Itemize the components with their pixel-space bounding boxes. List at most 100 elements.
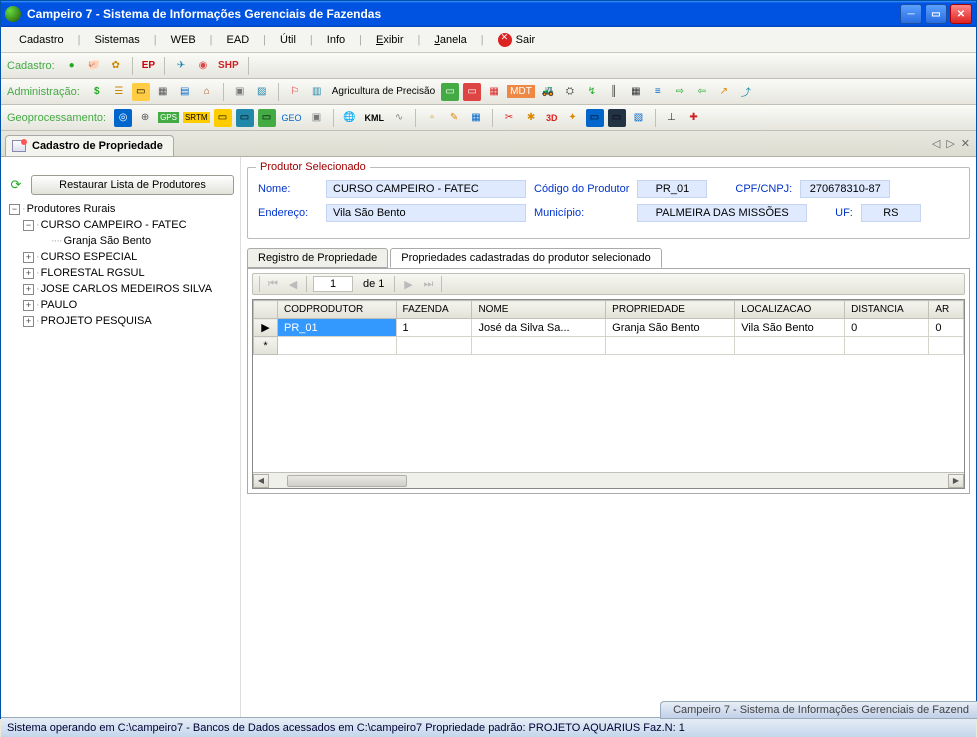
3d-badge[interactable]: 3D	[544, 112, 560, 124]
mdt-badge[interactable]: MDT	[507, 85, 535, 98]
tab-next-icon[interactable]: ▷	[946, 137, 954, 150]
cell-fazenda[interactable]: 1	[396, 319, 472, 337]
graph-icon[interactable]: ⤴	[737, 83, 755, 101]
bars-icon[interactable]: ▥	[308, 83, 326, 101]
page-icon[interactable]: ▫	[423, 109, 441, 127]
lines-icon[interactable]: ║	[605, 83, 623, 101]
maximize-button[interactable]: ▭	[925, 4, 947, 24]
table-row[interactable]: ▶ PR_01 1 José da Silva Sa... Granja São…	[254, 319, 964, 337]
satellite-icon[interactable]: ⊕	[136, 109, 154, 127]
nav-last-icon[interactable]: ⏭	[421, 278, 435, 291]
import-icon[interactable]: ⇦	[693, 83, 711, 101]
photo-icon[interactable]: ▣	[231, 83, 249, 101]
close-button[interactable]: ✕	[950, 4, 972, 24]
square-blue-icon[interactable]: ▭	[586, 109, 604, 127]
image-icon[interactable]: ▣	[308, 109, 326, 127]
restore-producers-button[interactable]: Restaurar Lista de Produtores	[31, 175, 234, 195]
tab-prev-icon[interactable]: ◁	[932, 137, 940, 150]
dollar-icon[interactable]: $	[88, 83, 106, 101]
house-icon[interactable]: ⌂	[198, 83, 216, 101]
producers-tree[interactable]: −·Produtores Rurais −·CURSO CAMPEIRO - F…	[7, 201, 234, 329]
cell-propriedade[interactable]: Granja São Bento	[606, 319, 735, 337]
map-red-icon[interactable]: ▭	[463, 83, 481, 101]
geo-badge[interactable]: GEO	[280, 112, 304, 124]
tree-toggle-icon[interactable]: +	[23, 268, 34, 279]
tree-toggle-icon[interactable]: −	[9, 204, 20, 215]
person-green-icon[interactable]: ●	[63, 57, 81, 75]
page-input[interactable]: 1	[313, 276, 353, 292]
ruler-icon[interactable]: ⊥	[663, 109, 681, 127]
star-icon[interactable]: ✱	[522, 109, 540, 127]
compass-icon[interactable]: ✦	[564, 109, 582, 127]
curve-icon[interactable]: ∿	[390, 109, 408, 127]
cell-distancia[interactable]: 0	[845, 319, 929, 337]
grid-red-icon[interactable]: ▦	[485, 83, 503, 101]
stats-icon[interactable]: ↗	[715, 83, 733, 101]
nav-prev-icon[interactable]: ◀	[286, 278, 300, 291]
menu-web[interactable]: WEB	[161, 32, 206, 48]
col-localizacao[interactable]: LOCALIZACAO	[735, 301, 845, 319]
tree-toggle-icon[interactable]: +	[23, 284, 34, 295]
table-icon[interactable]: ▦	[467, 109, 485, 127]
globe-icon[interactable]: 🌐	[341, 109, 359, 127]
tree-node[interactable]: FLORESTAL RGSUL	[41, 265, 145, 281]
menu-sistemas[interactable]: Sistemas	[85, 32, 150, 48]
menu-exibir[interactable]: Exibir	[366, 32, 414, 48]
srtm-badge[interactable]: SRTM	[183, 112, 210, 123]
ndvi-icon[interactable]: ▭	[214, 109, 232, 127]
export-icon[interactable]: ⇨	[671, 83, 689, 101]
tree-leaf[interactable]: Granja São Bento	[64, 233, 151, 249]
tree-toggle-icon[interactable]: +	[23, 300, 34, 311]
cell-ar[interactable]: 0	[929, 319, 964, 337]
wing-icon[interactable]: ✈	[172, 57, 190, 75]
col-codprodutor[interactable]: CODPRODUTOR	[278, 301, 397, 319]
leaf-icon[interactable]: ✿	[107, 57, 125, 75]
refresh-icon[interactable]: ⟳	[7, 176, 25, 194]
tree-node[interactable]: JOSE CARLOS MEDEIROS SILVA	[41, 281, 212, 297]
pig-icon[interactable]: 🐖	[85, 57, 103, 75]
col-fazenda[interactable]: FAZENDA	[396, 301, 472, 319]
target-icon[interactable]: ◎	[114, 109, 132, 127]
tab-close-icon[interactable]: ✕	[961, 137, 970, 150]
table-new-row[interactable]: *	[254, 337, 964, 355]
tab-registro[interactable]: Registro de Propriedade	[247, 248, 388, 268]
tree-toggle-icon[interactable]: −	[23, 220, 34, 231]
flag-icon[interactable]: ⚐	[286, 83, 304, 101]
menu-janela[interactable]: Janela	[424, 32, 476, 48]
chart-icon[interactable]: ▤	[176, 83, 194, 101]
doc-yellow-icon[interactable]: ▭	[132, 83, 150, 101]
minimize-button[interactable]: ─	[900, 4, 922, 24]
tree-node[interactable]: CURSO ESPECIAL	[41, 249, 138, 265]
cut-icon[interactable]: ✂	[500, 109, 518, 127]
tree-node[interactable]: CURSO CAMPEIRO - FATEC	[41, 217, 187, 233]
vet-icon[interactable]: ✚	[685, 109, 703, 127]
nav-next-icon[interactable]: ▶	[401, 278, 415, 291]
squares-icon[interactable]: ▦	[627, 83, 645, 101]
picture-icon[interactable]: ▨	[253, 83, 271, 101]
cell-localizacao[interactable]: Vila São Bento	[735, 319, 845, 337]
grid-icon[interactable]: ▦	[154, 83, 172, 101]
tree-node[interactable]: PROJETO PESQUISA	[41, 313, 152, 329]
menu-cadastro[interactable]: Cadastro	[9, 32, 74, 48]
cell-codprodutor[interactable]: PR_01	[278, 319, 397, 337]
layers-icon[interactable]: ≡	[649, 83, 667, 101]
kml-badge[interactable]: KML	[363, 112, 387, 124]
map-green-icon[interactable]: ▭	[441, 83, 459, 101]
menu-info[interactable]: Info	[317, 32, 355, 48]
ep-icon[interactable]: EP	[140, 59, 157, 72]
eye-icon[interactable]: ◉	[194, 57, 212, 75]
rect-blue-icon[interactable]: ▭	[236, 109, 254, 127]
col-ar[interactable]: AR	[929, 301, 964, 319]
scroll-right-icon[interactable]: ▶	[948, 474, 964, 488]
signal-icon[interactable]: ↯	[583, 83, 601, 101]
cell-nome[interactable]: José da Silva Sa...	[472, 319, 606, 337]
document-tab[interactable]: Cadastro de Propriedade	[5, 135, 174, 156]
square-dark-icon[interactable]: ▭	[608, 109, 626, 127]
sprayer-icon[interactable]: ⛭	[561, 83, 579, 101]
grain-icon[interactable]: ☰	[110, 83, 128, 101]
gps-badge[interactable]: GPS	[158, 112, 179, 123]
tractor-icon[interactable]: 🚜	[539, 83, 557, 101]
menu-ead[interactable]: EAD	[217, 32, 260, 48]
col-nome[interactable]: NOME	[472, 301, 606, 319]
menu-util[interactable]: Útil	[270, 32, 306, 48]
